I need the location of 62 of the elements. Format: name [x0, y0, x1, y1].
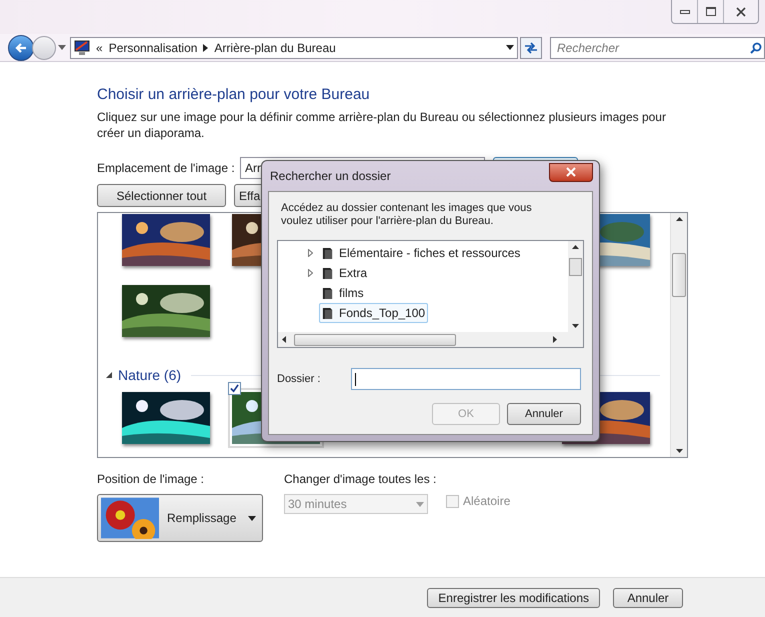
caret-icon [248, 516, 256, 520]
monitor-icon [74, 40, 90, 56]
position-label: Position de l'image : [97, 471, 206, 488]
back-arrow-icon [15, 42, 27, 54]
select-all-button[interactable]: Sélectionner tout [97, 184, 226, 207]
back-button[interactable] [8, 34, 34, 60]
folder-icon [322, 286, 333, 300]
folder-icon [322, 246, 333, 260]
scroll-thumb[interactable] [294, 334, 456, 346]
caret-icon [58, 45, 66, 50]
breadcrumb-item[interactable]: Arrière-plan du Bureau [214, 38, 336, 56]
expand-icon[interactable] [308, 269, 313, 277]
position-dropdown[interactable]: Remplissage [97, 494, 263, 542]
folder-input[interactable] [351, 368, 581, 390]
refresh-icon [524, 42, 538, 54]
tree-item[interactable]: Fonds_Top_100 [319, 303, 428, 323]
history-button[interactable] [58, 45, 66, 50]
close-button[interactable] [549, 162, 593, 182]
tree-item[interactable]: Extra [319, 263, 370, 283]
horizontal-scrollbar[interactable] [278, 332, 583, 347]
dialog-description: Accédez au dossier contenant les images que vous voulez utiliser pour l'arrière-plan du Bureau. [280, 202, 533, 228]
expand-icon[interactable] [308, 249, 313, 257]
folder-label: Dossier : [277, 372, 322, 387]
close-icon [566, 167, 576, 177]
caret-icon [506, 45, 514, 50]
search-field[interactable]: Rechercher [550, 36, 765, 58]
cancel-button[interactable]: Annuler [613, 588, 683, 608]
scroll-up-icon[interactable] [572, 245, 579, 249]
flower-icon [101, 497, 159, 539]
scrollbar[interactable] [670, 213, 687, 457]
refresh-button[interactable] [520, 36, 542, 58]
chevron-icon [203, 44, 208, 52]
scroll-thumb[interactable] [569, 258, 582, 276]
collapse-icon[interactable] [106, 372, 112, 378]
location-label: Emplacement de l'image : [97, 160, 236, 177]
check-icon [230, 384, 239, 393]
shuffle-label: Aléatoire [463, 493, 510, 510]
scroll-left-icon[interactable] [282, 336, 286, 343]
scroll-down-icon[interactable] [676, 449, 682, 453]
scroll-right-icon[interactable] [553, 336, 557, 343]
interval-label: Changer d'image toutes les : [284, 471, 438, 488]
checkbox[interactable] [228, 382, 241, 395]
scroll-thumb[interactable] [672, 253, 686, 297]
folder-icon [322, 306, 333, 320]
breadcrumb-item[interactable]: Personnalisation [108, 38, 198, 56]
cancel-button[interactable]: Annuler [507, 403, 581, 425]
page-heading: Choisir un arrière-plan pour votre Bureau [97, 86, 371, 104]
scroll-up-icon[interactable] [676, 217, 682, 221]
address-bar[interactable]: « Personnalisation Arrière-plan du Bureau [70, 36, 518, 58]
page-description: Cliquez sur une image pour la définir comme arrière-plan du Bureau ou sélectionnez plusieurs images pour créer un diaporama. [97, 109, 667, 141]
caret-icon [416, 502, 424, 506]
breadcrumb-overflow[interactable]: « [96, 38, 103, 56]
folder-icon [322, 266, 333, 280]
tree-item[interactable]: Elémentaire - fiches et ressources [319, 243, 524, 263]
search-icon[interactable] [750, 42, 762, 54]
scrollbar[interactable] [568, 241, 583, 332]
scroll-down-icon[interactable] [572, 324, 579, 328]
close-icon [736, 6, 746, 16]
dialog-title: Rechercher un dossier [269, 168, 391, 185]
save-button[interactable]: Enregistrer les modifications [427, 588, 600, 608]
section-title[interactable]: Nature (6) [118, 364, 182, 386]
tree-item[interactable]: films [319, 283, 367, 303]
